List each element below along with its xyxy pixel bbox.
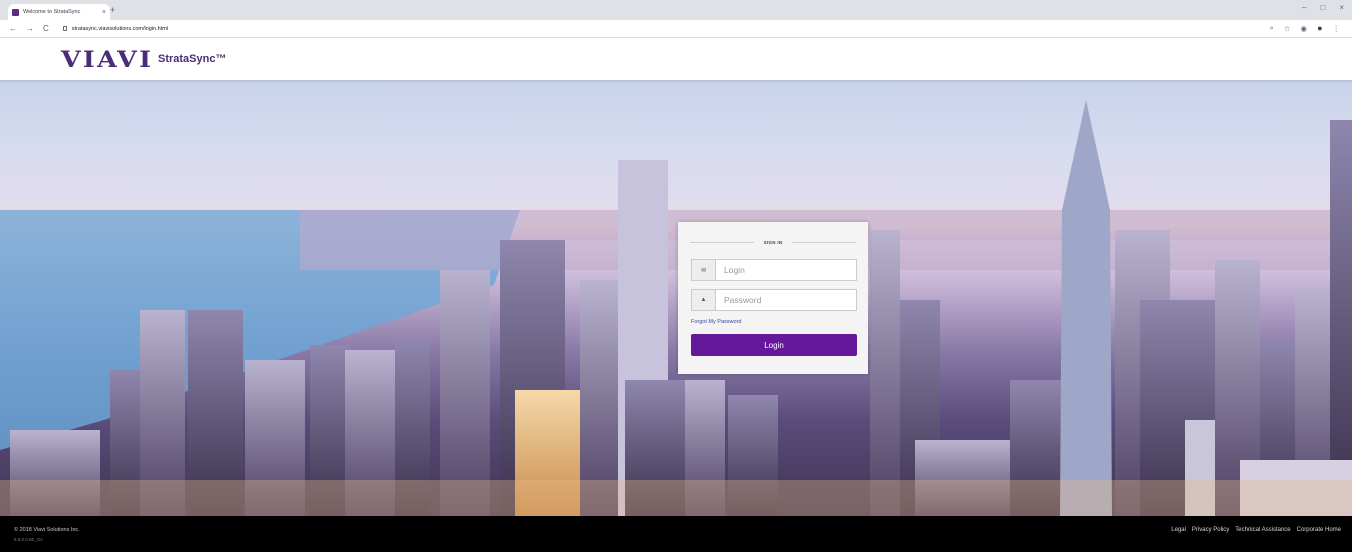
forward-icon[interactable]: → [26,24,34,33]
login-input[interactable] [716,260,856,280]
tab-title: Welcome to StrataSync [23,9,81,15]
browser-toolbar-icons: ⌕ ☆ ◉ ● ⋮ [1270,23,1340,33]
page-footer: © 2018 Viavi Solutions Inc. 8.6.0.0.96_G… [0,516,1352,552]
email-icon: ✉ [692,260,716,280]
password-input[interactable] [716,290,856,310]
login-button[interactable]: Login [691,334,857,356]
lock-icon: ▲ [692,290,716,310]
app-header: VIAVI StrataSync™ [0,38,1352,80]
browser-tab-bar: Welcome to StrataSync × + – □ × [0,0,1352,20]
new-tab-icon[interactable]: + [110,4,115,16]
reload-icon[interactable]: C [43,24,49,33]
tab-close-icon[interactable]: × [102,9,106,16]
forgot-password-link[interactable]: Forgot My Password [691,319,741,325]
address-bar: ← → C stratasync.viavisolutions.com/logi… [0,20,1352,38]
footer-link-legal[interactable]: Legal [1171,527,1186,533]
divider [690,241,754,243]
footer-links: Legal Privacy Policy Technical Assistanc… [1171,527,1341,533]
bookmark-star-icon[interactable]: ☆ [1284,24,1291,33]
menu-icon[interactable]: ⋮ [1333,24,1341,33]
hero-background [0,80,1352,516]
omnibox[interactable]: stratasync.viavisolutions.com/login.html [62,26,168,32]
browser-tab[interactable]: Welcome to StrataSync × [8,4,110,20]
window-controls: – □ × [1302,3,1344,12]
version-text: 8.6.0.0.96_GA [14,537,44,542]
footer-link-privacy[interactable]: Privacy Policy [1192,527,1229,533]
brand-name: StrataSync™ [158,53,227,65]
footer-link-corporate-home[interactable]: Corporate Home [1297,527,1341,533]
divider [792,241,857,243]
url-text[interactable]: stratasync.viavisolutions.com/login.html [72,26,168,32]
signin-title: SIGN IN [763,239,783,245]
copyright-text: © 2018 Viavi Solutions Inc. [14,527,80,533]
nav-buttons: ← → C [0,24,49,33]
signin-heading: SIGN IN [690,238,857,246]
extension-icon[interactable]: ◉ [1301,24,1308,33]
secure-lock-icon [62,26,67,31]
zoom-icon[interactable]: ⌕ [1270,23,1274,33]
login-field: ✉ [691,259,857,281]
back-icon[interactable]: ← [9,24,17,33]
password-field: ▲ [691,289,857,311]
minimize-icon[interactable]: – [1302,3,1306,12]
close-window-icon[interactable]: × [1339,3,1344,12]
viavi-logo[interactable]: VIAVI [61,47,153,73]
maximize-icon[interactable]: □ [1320,3,1325,12]
login-card: SIGN IN ✉ ▲ Forgot My Password Login [678,222,868,374]
city-skyline-image [0,100,1352,516]
footer-link-technical-assistance[interactable]: Technical Assistance [1235,527,1290,533]
account-icon[interactable]: ● [1317,23,1322,33]
favicon-icon [12,8,19,16]
